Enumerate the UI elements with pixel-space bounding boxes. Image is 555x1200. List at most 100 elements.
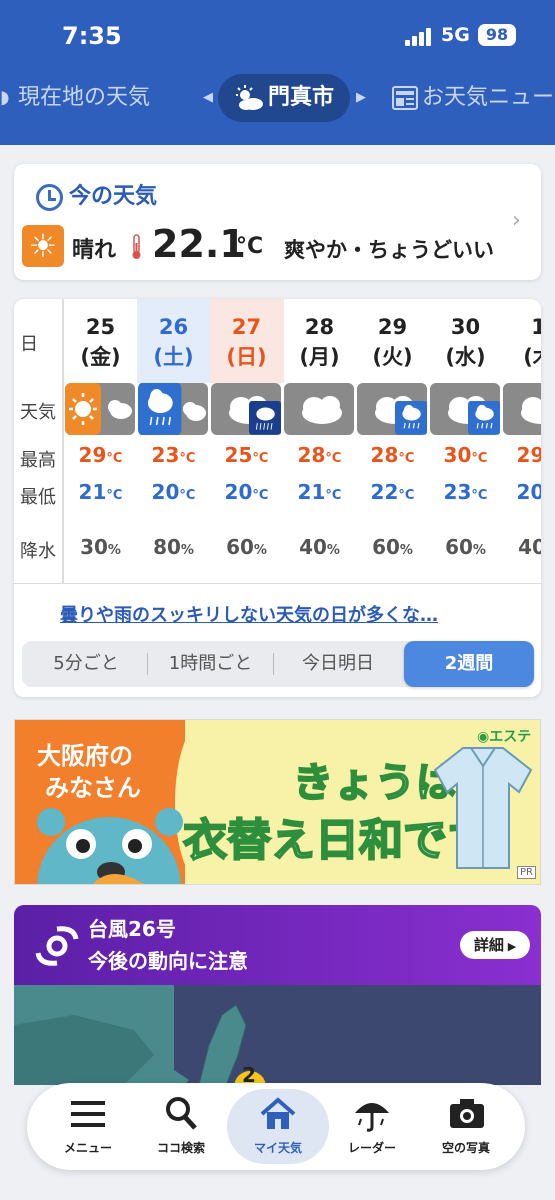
search-icon [166, 1097, 197, 1130]
sunny-then-cloudy-icon [65, 383, 135, 435]
temp-unit: °C [325, 451, 342, 466]
nav-menu-label: メニュー [63, 1141, 112, 1155]
forecast-rain-chance: 60% [226, 535, 267, 559]
cloudy-then-rain-icon [430, 383, 500, 435]
tab-kadoma[interactable]: 門真市 [218, 74, 350, 122]
forecast-day-column[interactable]: 30 (水) 30°C 23°C 60% [429, 299, 502, 583]
prev-arrow-icon[interactable]: ◀ [203, 90, 213, 105]
typhoon-card[interactable]: 台風26号 今後の動向に注意 詳細 ▶ 2 [14, 905, 541, 1085]
forecast-day-column[interactable]: 29 (火) 28°C 22°C 60% [356, 299, 429, 583]
percent-unit: % [326, 543, 340, 558]
next-arrow-icon[interactable]: ▶ [356, 90, 366, 105]
percent-unit: % [253, 543, 267, 558]
forecast-high: 25°C [224, 443, 269, 467]
forecast-high: 23°C [151, 443, 196, 467]
ad-banner[interactable]: 大阪府の みなさん ◉エステー きょうは 衣替え日和です! PR [14, 719, 541, 885]
current-condition: 晴れ [72, 238, 117, 263]
cloudy-icon [503, 383, 541, 435]
temp-unit: °C [179, 488, 196, 503]
current-weather-title-text: 今の天気 [69, 184, 158, 209]
current-temperature: 22.1 [152, 222, 246, 266]
segment-hourly[interactable]: 1時間ごと [148, 643, 273, 685]
forecast-day-column[interactable]: 25 (金) 29°C 21°C 30% [64, 299, 137, 583]
segment-2weeks[interactable]: 2週間 [404, 641, 534, 687]
forecast-day-column[interactable]: 28 (月) 28°C 21°C 40% [283, 299, 356, 583]
forecast-day-column[interactable]: 27 (日) 25°C 20°C 60% [210, 299, 283, 583]
forecast-low: 21°C [297, 480, 342, 504]
forecast-low: 23°C [443, 480, 488, 504]
map-image [14, 985, 266, 1085]
forecast-weekday: (月) [299, 345, 340, 369]
tab-weather-news[interactable]: お天気ニュー [392, 74, 554, 122]
temp-unit: °C [471, 488, 488, 503]
forecast-date: 28 [304, 315, 335, 339]
forecast-rain-chance: 60% [445, 535, 486, 559]
nav-menu[interactable]: メニュー [43, 1083, 133, 1170]
temp-unit: °C [398, 488, 415, 503]
forecast-date: 27 [231, 315, 262, 339]
forecast-date: 26 [158, 315, 189, 339]
row-label-weather: 天気 [20, 402, 56, 423]
nav-my-weather[interactable]: マイ天気 [227, 1089, 329, 1164]
forecast-weekday: (金) [80, 345, 121, 369]
chevron-right-icon: › [512, 208, 521, 233]
temp-unit: °C [179, 451, 196, 466]
ad-pr-badge: PR [517, 866, 536, 879]
segment-5min[interactable]: 5分ごと [22, 643, 150, 685]
forecast-day-column[interactable]: 26 (土) 23°C 20°C 80% [137, 299, 210, 583]
tab-label-kadoma: 門真市 [267, 85, 334, 110]
forecast-high: 28°C [370, 443, 415, 467]
forecast-rain-chance: 80% [153, 535, 194, 559]
sunny-icon: ☀ [22, 225, 64, 267]
nav-search[interactable]: ココ検索 [136, 1083, 226, 1170]
nav-radar-label: レーダー [347, 1141, 396, 1155]
nav-radar[interactable]: レーダー [327, 1083, 417, 1170]
forecast-day-column[interactable]: 1 (木 29°C 20°C 40% [502, 299, 541, 583]
location-tabs: ◗ 現在地の天気 ◀ 門真市 ▶ お天気ニュー [0, 74, 555, 122]
forecast-high: 28°C [297, 443, 342, 467]
forecast-rain-chance: 40% [518, 535, 541, 559]
current-comment: 爽やか・ちょうどいい [284, 238, 494, 262]
percent-unit: % [472, 543, 486, 558]
temp-unit: °C [252, 451, 269, 466]
typhoon-detail-button[interactable]: 詳細 ▶ [460, 931, 530, 959]
status-bar: 7:35 5G 98 [0, 22, 555, 52]
forecast-high: 29°C [516, 443, 541, 467]
forecast-high: 30°C [443, 443, 488, 467]
nav-my-weather-label: マイ天気 [253, 1141, 302, 1155]
tab-label-weather-news: お天気ニュー [422, 85, 555, 110]
temp-unit: °C [252, 488, 269, 503]
thermometer-icon [132, 234, 141, 259]
forecast-date: 29 [377, 315, 408, 339]
typhoon-map: 2 [14, 985, 541, 1085]
forecast-date: 1 [531, 315, 541, 339]
forecast-rain-chance: 40% [299, 535, 340, 559]
current-weather-title: 今の天気 [36, 178, 157, 211]
segment-today-tomorrow[interactable]: 今日明日 [274, 643, 402, 685]
typhoon-detail-label: 詳細 [473, 936, 504, 954]
typhoon-title: 台風26号 [88, 917, 176, 941]
temp-unit: °C [106, 451, 123, 466]
current-temp-unit: °C [236, 234, 264, 259]
tab-current-location[interactable]: ◗ 現在地の天気 [0, 74, 150, 122]
camera-icon [450, 1099, 484, 1128]
forecast-rain-chance: 60% [372, 535, 413, 559]
temp-unit: °C [106, 488, 123, 503]
forecast-low: 22°C [370, 480, 415, 504]
menu-icon [71, 1101, 105, 1127]
forecast-date: 25 [85, 315, 116, 339]
forecast-low: 20°C [516, 480, 541, 504]
row-label-high: 最高 [20, 450, 56, 471]
forecast-news-link[interactable]: 曇りや雨のスッキリしない天気の日が多くな… [60, 601, 438, 627]
mascot-image [37, 808, 183, 884]
nav-sky-photo[interactable]: 空の写真 [421, 1083, 511, 1170]
forecast-days: 25 (金) 29°C 21°C 30% 26 (土) 23°C 20°C 80% 27 (日) 25°… [64, 299, 541, 583]
ad-left-line1: 大阪府の [37, 742, 133, 770]
typhoon-icon [35, 926, 79, 966]
forecast-weekday: (木 [523, 345, 541, 369]
cloudy-icon [284, 383, 354, 435]
bottom-nav: メニュー ココ検索 マイ天気 レーダー 空の写真 [27, 1083, 525, 1170]
status-time: 7:35 [62, 22, 122, 50]
percent-unit: % [180, 543, 194, 558]
percent-unit: % [107, 543, 121, 558]
